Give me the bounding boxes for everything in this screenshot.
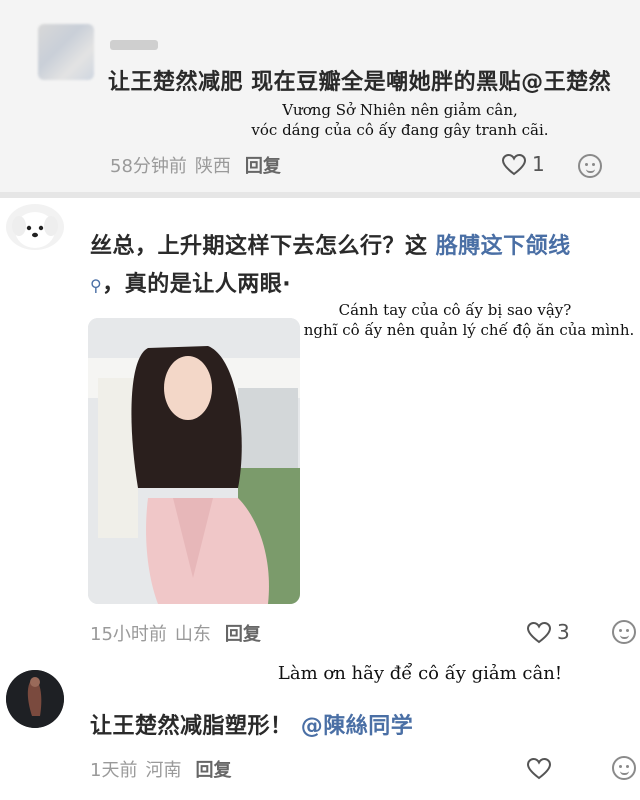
comment-3-body: 让王楚然减脂塑形！	[90, 714, 293, 739]
comment-3-reply-button[interactable]: 回复	[195, 760, 231, 781]
comment-2-meta: 15小时前 山东 回复	[90, 620, 261, 646]
search-icon[interactable]: ⚲	[90, 276, 102, 295]
comment-2-time: 15小时前	[90, 624, 167, 645]
comment-2-reply-button[interactable]: 回复	[225, 624, 261, 645]
comment-1-translation: Vương Sở Nhiên nên giảm cân, vóc dáng củ…	[250, 100, 550, 140]
comment-2-translation-line-1: Cánh tay của cô ấy bị sao vậy?	[338, 301, 572, 319]
username-blurred[interactable]	[110, 40, 158, 50]
heart-outline-icon[interactable]	[527, 622, 551, 644]
comment-3-text: 让王楚然减脂塑形！ @陳絲同学	[90, 710, 630, 744]
avatar-dog[interactable]	[6, 204, 64, 250]
comment-2-translation: Cánh tay của cô ấy bị sao vậy? Tôi nghĩ …	[270, 300, 640, 340]
comment-2-body-end: ，真的是让人两眼·	[102, 272, 292, 297]
comment-2-like-count: 3	[557, 620, 570, 644]
comment-3-time: 1天前	[90, 760, 138, 781]
comment-3-meta: 1天前 河南 回复	[90, 756, 231, 782]
comment-1-time: 58分钟前	[110, 156, 187, 177]
comment-1-like-count: 1	[532, 152, 545, 176]
comment-1-meta: 58分钟前 陕西 回复	[110, 152, 281, 178]
heart-outline-icon[interactable]	[502, 154, 526, 176]
avatar-dark[interactable]	[6, 670, 64, 728]
comment-3-translation: Làm ơn hãy để cô ấy giảm cân!	[270, 664, 570, 684]
comment-1-text: 让王楚然减肥 现在豆瓣全是嘲她胖的黑贴@王楚然	[108, 66, 618, 100]
comment-3-translation-line-1: Làm ơn hãy để cô ấy giảm cân!	[277, 663, 563, 684]
comment-2-translation-line-2: Tôi nghĩ cô ấy nên quản lý chế độ ăn của…	[275, 321, 635, 339]
comment-2-location: 山东	[174, 624, 211, 645]
comment-2-text: 丝总，上升期这样下去怎么行？这 胳膊这下颌线 ⚲，真的是让人两眼·	[90, 228, 630, 305]
comment-2-link[interactable]: 胳膊这下颌线	[436, 234, 571, 259]
smiley-face-icon[interactable]	[612, 620, 636, 644]
avatar-blurred[interactable]	[38, 24, 94, 80]
section-divider	[0, 192, 640, 198]
comment-3-mention[interactable]: @陳絲同学	[301, 714, 414, 739]
comment-3-location: 河南	[145, 760, 182, 781]
heart-outline-icon[interactable]	[527, 758, 551, 780]
smiley-face-icon[interactable]	[612, 756, 636, 780]
comment-1-translation-line-1: Vương Sở Nhiên nên giảm cân,	[282, 101, 518, 119]
comment-1-translation-line-2: vóc dáng của cô ấy đang gây tranh cãi.	[251, 121, 549, 139]
comment-1-reply-button[interactable]: 回复	[245, 156, 281, 177]
comment-1-body: 让王楚然减肥 现在豆瓣全是嘲她胖的黑贴	[108, 70, 522, 95]
comment-2-body-start: 丝总，上升期这样下去怎么行？这	[90, 234, 436, 259]
comment-1-location: 陕西	[194, 156, 231, 177]
comment-2-photo[interactable]	[88, 318, 300, 604]
comment-1-mention[interactable]: @王楚然	[521, 70, 611, 95]
smiley-face-icon[interactable]	[578, 154, 602, 178]
